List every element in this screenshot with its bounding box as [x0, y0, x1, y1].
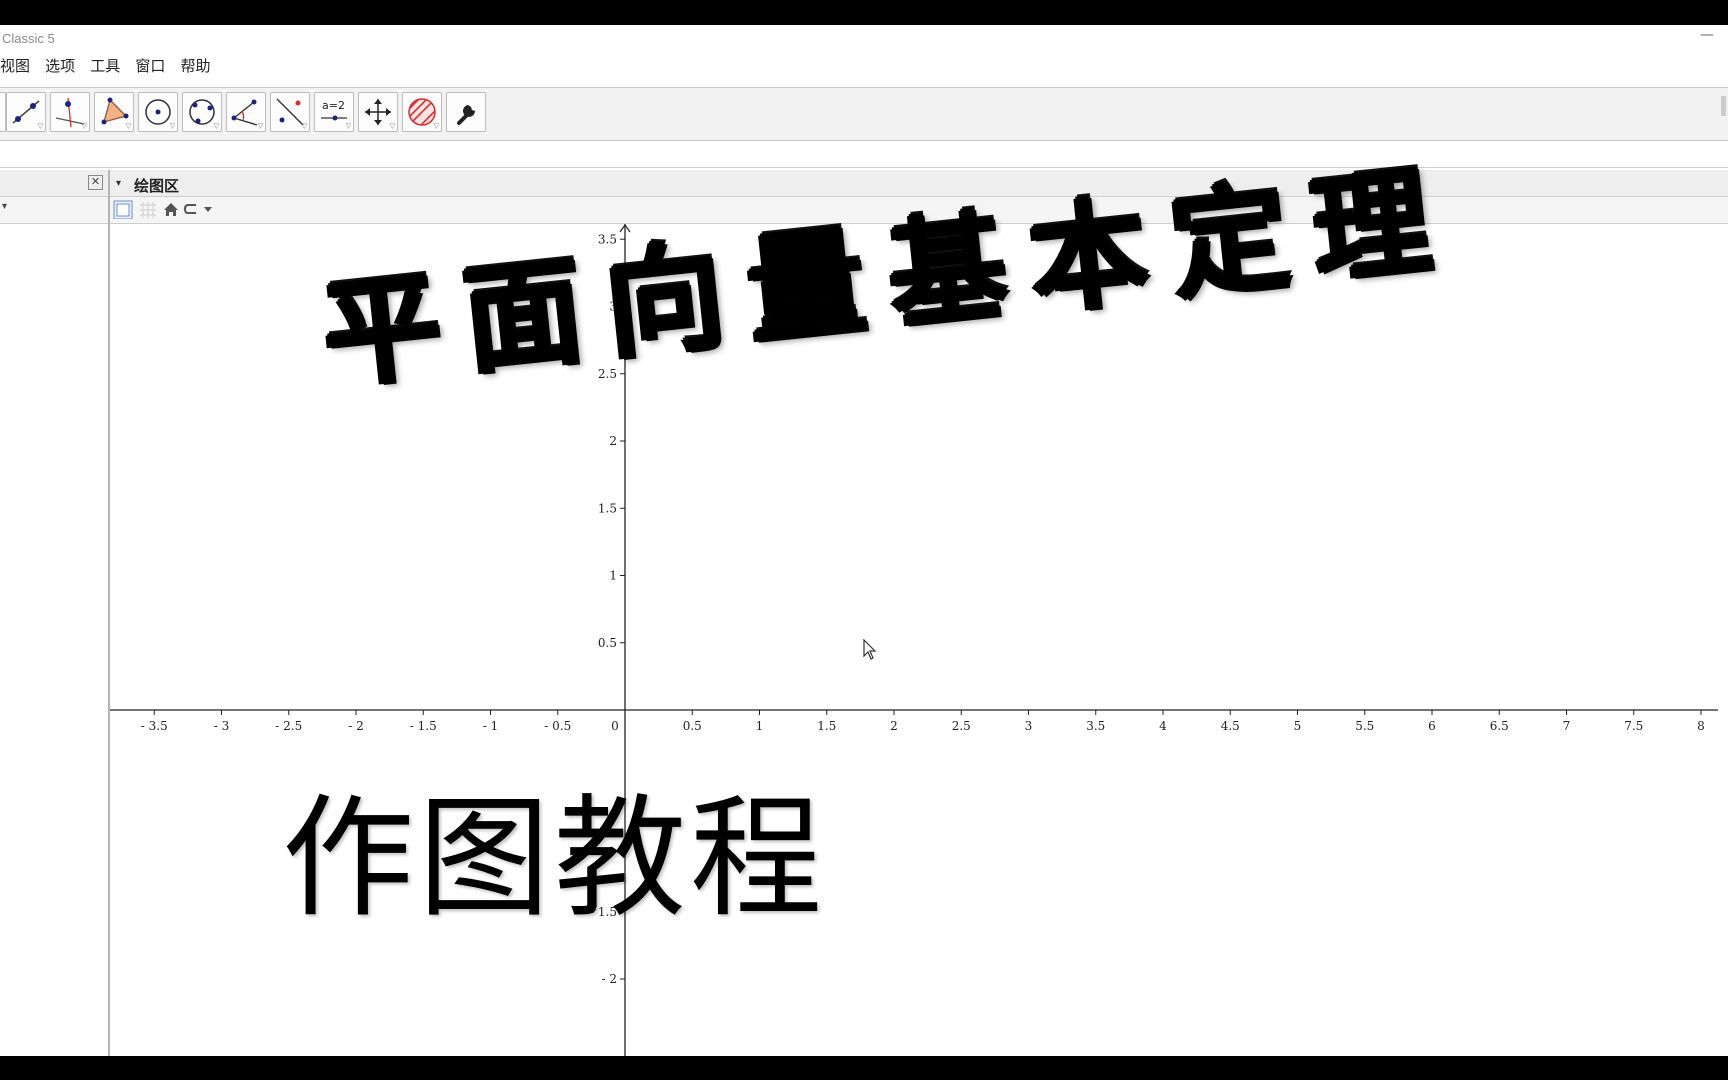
- x-tick-label: - 1.5: [410, 719, 437, 733]
- graphics-view-title: 绘图区: [134, 177, 180, 195]
- tool-menu-arrow-icon: ▽: [301, 122, 307, 130]
- collapse-arrow-icon[interactable]: ▾: [116, 178, 121, 189]
- tool-menu-arrow-icon: ▽: [37, 122, 43, 130]
- menu-help[interactable]: 帮助: [180, 55, 210, 77]
- toggle-axes-icon[interactable]: [113, 200, 133, 219]
- title-bar: Classic 5 —: [0, 25, 1728, 53]
- x-tick-label: 7: [1563, 719, 1571, 733]
- minimize-button[interactable]: —: [1700, 27, 1714, 43]
- close-icon[interactable]: ✕: [88, 175, 103, 190]
- tool-reflect[interactable]: ▽: [270, 92, 310, 132]
- x-tick-label: 5: [1294, 719, 1302, 733]
- mouse-cursor-icon: [863, 639, 877, 660]
- y-tick-label: 0.5: [598, 636, 617, 650]
- tool-slider[interactable]: a=2 ▽: [314, 92, 354, 132]
- point-capture-icon[interactable]: [184, 200, 214, 219]
- move-graphics-icon: [0, 96, 2, 128]
- x-tick-label: 7.5: [1624, 719, 1643, 733]
- x-tick-label: 5.5: [1355, 719, 1374, 733]
- x-tick-label: 0.5: [683, 719, 702, 733]
- tool-perpendicular[interactable]: ▽: [50, 92, 90, 132]
- y-tick-label: 1.5: [598, 501, 617, 515]
- geogebra-window: Classic 5 — 视图 选项 工具 窗口 帮助 ▽ ▽ ▽ ▽ ▽ ▽ ▽…: [0, 25, 1728, 1056]
- tool-polygon[interactable]: ▽: [94, 92, 134, 132]
- y-tick-label: 2: [609, 434, 617, 448]
- x-tick-label: - 3.5: [141, 719, 168, 733]
- home-icon[interactable]: [162, 200, 180, 219]
- wrench-icon: [457, 105, 475, 125]
- x-tick-label: - 2.5: [275, 719, 302, 733]
- x-tick-label: 6.5: [1490, 719, 1509, 733]
- tool-menu-arrow-icon: ▽: [433, 122, 439, 130]
- tool-circle-three-points[interactable]: ▽: [182, 92, 222, 132]
- tool-move-view[interactable]: ▽: [358, 92, 398, 132]
- menu-bar: 视图 选项 工具 窗口 帮助: [0, 55, 220, 77]
- tool-angle[interactable]: ▽: [226, 92, 266, 132]
- x-tick-label: 0: [611, 719, 619, 733]
- x-tick-label: - 1: [483, 719, 499, 733]
- algebra-style-bar: ▾: [0, 197, 108, 224]
- x-tick-label: - 3: [214, 719, 230, 733]
- tool-menu-arrow-icon: ▽: [81, 122, 87, 130]
- tool-menu-arrow-icon: ▽: [125, 122, 131, 130]
- x-tick-label: 1: [756, 719, 764, 733]
- x-tick-label: 3.5: [1086, 719, 1105, 733]
- x-tick-label: 2.5: [952, 719, 971, 733]
- menu-window[interactable]: 窗口: [135, 55, 165, 77]
- x-tick-label: 1.5: [817, 719, 836, 733]
- input-bar-divider: [0, 167, 1728, 168]
- x-tick-label: 8: [1697, 719, 1705, 733]
- tool-settings[interactable]: [446, 92, 486, 132]
- tool-line[interactable]: ▽: [6, 92, 46, 132]
- toggle-grid-icon[interactable]: [138, 200, 158, 219]
- algebra-view-header: ✕: [0, 170, 108, 197]
- tool-region[interactable]: ▽: [402, 92, 442, 132]
- y-tick-label: - 2: [601, 972, 617, 986]
- tool-bar: ▽ ▽ ▽ ▽ ▽ ▽ ▽ a=2 ▽ ▽ ▽: [0, 87, 1728, 141]
- chevron-down-icon[interactable]: ▾: [2, 201, 7, 212]
- tool-menu-arrow-icon: ▽: [345, 122, 351, 130]
- x-tick-label: - 2: [348, 719, 364, 733]
- tool-circle-center[interactable]: ▽: [138, 92, 178, 132]
- tool-menu-arrow-icon: ▽: [213, 122, 219, 130]
- algebra-view: ✕ ▾: [0, 170, 110, 1056]
- toolbar-scrollbar[interactable]: [1721, 96, 1726, 116]
- x-tick-label: 4.5: [1221, 719, 1240, 733]
- x-tick-label: 4: [1159, 719, 1167, 733]
- x-tick-label: 3: [1025, 719, 1033, 733]
- menu-options[interactable]: 选项: [45, 55, 75, 77]
- x-tick-label: - 0.5: [544, 719, 571, 733]
- tool-menu-arrow-icon: ▽: [169, 122, 175, 130]
- y-tick-label: 1: [609, 569, 617, 583]
- menu-tools[interactable]: 工具: [90, 55, 120, 77]
- svg-text:a=2: a=2: [322, 99, 345, 112]
- window-title: Classic 5: [2, 31, 55, 46]
- x-tick-label: 2: [890, 719, 898, 733]
- menu-view[interactable]: 视图: [0, 55, 30, 77]
- tool-menu-arrow-icon: ▽: [389, 122, 395, 130]
- subtitle-text: 作图教程: [282, 782, 826, 936]
- x-tick-label: 6: [1428, 719, 1436, 733]
- tool-menu-arrow-icon: ▽: [257, 122, 263, 130]
